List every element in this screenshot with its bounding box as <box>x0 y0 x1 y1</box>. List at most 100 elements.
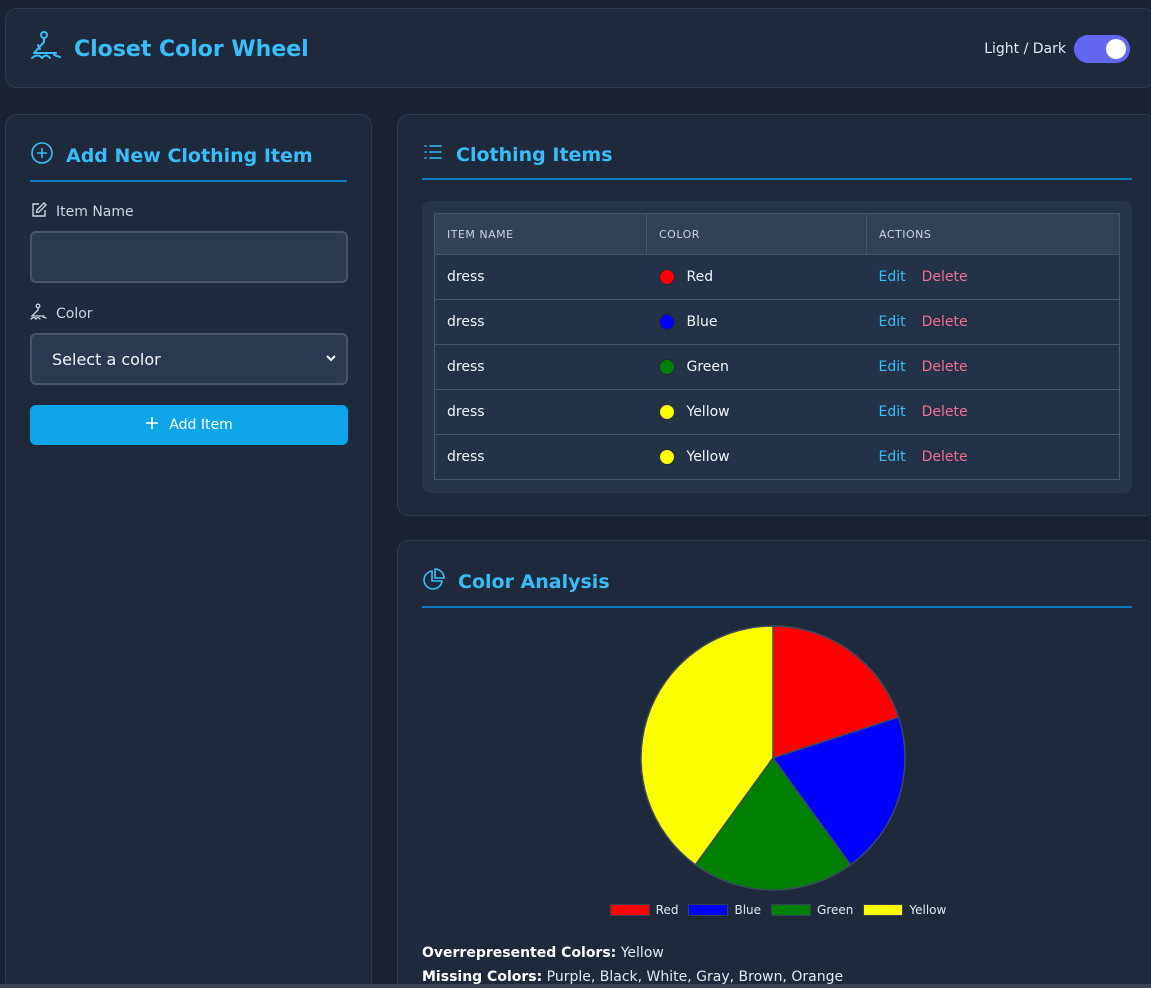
item-color-label: Green <box>686 359 729 375</box>
item-color-label: Yellow <box>686 404 730 420</box>
delete-link[interactable]: Delete <box>922 449 968 465</box>
column-header: ACTIONS <box>866 213 1120 255</box>
item-color-cell: Yellow <box>646 389 867 435</box>
items-table-container: ITEM NAME COLOR ACTIONS dress Red Edit Dele… <box>422 201 1132 493</box>
theme-toggle[interactable] <box>1074 35 1130 63</box>
app-header: Closet Color Wheel Light / Dark <box>5 8 1151 88</box>
color-swatch <box>658 269 675 285</box>
item-color-label: Blue <box>686 314 718 330</box>
color-analysis-title: Color Analysis <box>458 570 610 593</box>
add-item-button[interactable]: Add Item <box>30 405 348 445</box>
legend-item[interactable]: Red <box>609 903 679 917</box>
legend-item[interactable]: Blue <box>688 903 761 917</box>
table-row: dress Yellow Edit Delete <box>434 434 1120 480</box>
delete-link[interactable]: Delete <box>922 404 968 420</box>
hanger-icon <box>30 31 64 67</box>
add-item-title: Add New Clothing Item <box>66 144 313 167</box>
overrepresented-summary: Overrepresented Colors: Yellow <box>422 945 664 961</box>
item-actions-cell: Edit Delete <box>866 344 1120 390</box>
legend-swatch <box>609 904 650 916</box>
table-row: dress Green Edit Delete <box>434 344 1120 390</box>
clothing-items-heading: Clothing Items <box>422 141 1132 180</box>
item-actions-cell: Edit Delete <box>866 299 1120 345</box>
legend-item[interactable]: Green <box>771 903 853 917</box>
column-header: COLOR <box>646 213 867 255</box>
item-color-label: Yellow <box>686 449 730 465</box>
item-name-input[interactable] <box>30 231 348 283</box>
item-name-cell: dress <box>434 434 647 480</box>
chevron-down-icon <box>324 350 338 369</box>
item-actions-cell: Edit Delete <box>866 389 1120 435</box>
table-row: dress Blue Edit Delete <box>434 299 1120 345</box>
legend-swatch <box>863 904 904 916</box>
clothing-items-title: Clothing Items <box>456 143 613 166</box>
item-color-cell: Blue <box>646 299 867 345</box>
pencil-icon <box>30 201 48 223</box>
plus-icon <box>145 416 159 434</box>
table-row: dress Red Edit Delete <box>434 254 1120 300</box>
theme-toggle-group: Light / Dark <box>984 35 1130 63</box>
color-label-group: Color <box>30 303 93 325</box>
missing-summary: Missing Colors: Purple, Black, White, Gr… <box>422 969 843 985</box>
color-select[interactable]: Select a color <box>30 333 348 385</box>
edit-link[interactable]: Edit <box>879 449 906 465</box>
add-item-card: Add New Clothing Item Item Name Color Se… <box>5 114 372 988</box>
item-actions-cell: Edit Delete <box>866 434 1120 480</box>
items-table: ITEM NAME COLOR ACTIONS dress Red Edit Dele… <box>434 213 1120 480</box>
legend-label: Red <box>655 903 679 917</box>
color-pie-chart <box>640 625 906 891</box>
legend-item[interactable]: Yellow <box>863 903 946 917</box>
pie-chart-icon <box>422 567 446 596</box>
overrepresented-value: Yellow <box>620 945 664 961</box>
add-item-heading: Add New Clothing Item <box>30 141 347 182</box>
color-analysis-heading: Color Analysis <box>422 567 1132 608</box>
item-color-label: Red <box>686 269 714 285</box>
table-row: dress Yellow Edit Delete <box>434 389 1120 435</box>
overrepresented-label: Overrepresented Colors: <box>422 945 617 961</box>
plus-circle-icon <box>30 141 54 170</box>
clothing-items-card: Clothing Items ITEM NAME COLOR ACTIONS d… <box>397 114 1151 516</box>
delete-link[interactable]: Delete <box>922 314 968 330</box>
column-header: ITEM NAME <box>434 213 647 255</box>
item-name-label-group: Item Name <box>30 201 134 223</box>
add-item-button-label: Add Item <box>169 417 233 433</box>
edit-link[interactable]: Edit <box>879 269 906 285</box>
item-actions-cell: Edit Delete <box>866 254 1120 300</box>
legend-label: Blue <box>734 903 762 917</box>
color-analysis-card: Color Analysis Red Blue Green Yellow Overre… <box>397 540 1151 988</box>
color-label: Color <box>56 306 93 322</box>
delete-link[interactable]: Delete <box>922 269 968 285</box>
app-title-text: Closet Color Wheel <box>74 36 309 62</box>
color-swatch <box>658 314 675 330</box>
color-swatch <box>658 359 675 375</box>
color-swatch <box>658 449 675 465</box>
list-icon <box>422 141 444 168</box>
legend-label: Yellow <box>909 903 947 917</box>
item-color-cell: Green <box>646 344 867 390</box>
item-name-cell: dress <box>434 254 647 300</box>
edit-link[interactable]: Edit <box>879 314 906 330</box>
chart-legend: Red Blue Green Yellow <box>398 903 1151 917</box>
item-name-cell: dress <box>434 299 647 345</box>
legend-swatch <box>771 904 812 916</box>
color-swatch <box>658 404 675 420</box>
toggle-knob <box>1106 39 1126 59</box>
color-select-value: Select a color <box>52 349 161 369</box>
item-name-label: Item Name <box>56 204 134 220</box>
item-name-cell: dress <box>434 344 647 390</box>
delete-link[interactable]: Delete <box>922 359 968 375</box>
app-title: Closet Color Wheel <box>30 31 309 67</box>
item-color-cell: Red <box>646 254 867 300</box>
missing-label: Missing Colors: <box>422 969 543 985</box>
edit-link[interactable]: Edit <box>879 404 906 420</box>
table-header-row: ITEM NAME COLOR ACTIONS <box>434 213 1120 255</box>
hanger-icon <box>30 303 48 325</box>
window-bottom-edge <box>0 984 1151 988</box>
theme-toggle-label: Light / Dark <box>984 41 1066 57</box>
item-name-cell: dress <box>434 389 647 435</box>
legend-swatch <box>688 904 729 916</box>
legend-label: Green <box>817 903 854 917</box>
edit-link[interactable]: Edit <box>879 359 906 375</box>
missing-value: Purple, Black, White, Gray, Brown, Orang… <box>546 969 844 985</box>
item-color-cell: Yellow <box>646 434 867 480</box>
